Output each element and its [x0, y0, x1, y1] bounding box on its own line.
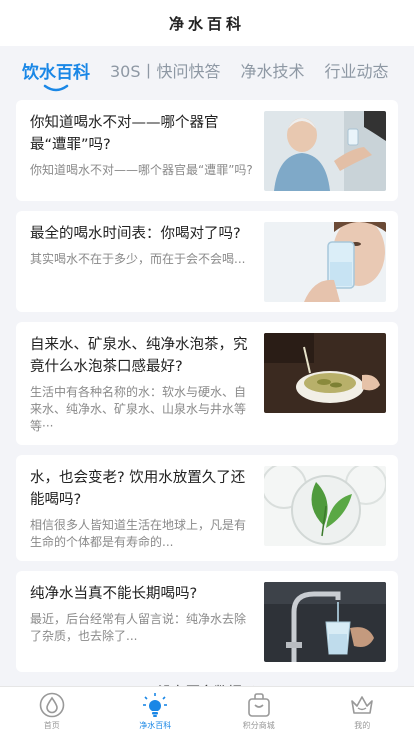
nav-label: 净水百科: [139, 721, 172, 730]
article-card[interactable]: 水，也会变老? 饮用水放置久了还能喝吗? 相信很多人皆知道生活在地球上，凡是有生…: [16, 455, 398, 561]
tab-label: 净水技术: [240, 62, 305, 81]
article-list: 你知道喝水不对——哪个器官最“遭罪”吗? 你知道喝水不对——哪个器官最“遭罪”吗…: [0, 94, 414, 672]
tab-drinking-encyclopedia[interactable]: 饮水百科: [22, 46, 90, 92]
tab-label: 行业动态: [324, 62, 389, 81]
article-card[interactable]: 最全的喝水时间表：你喝对了吗? 其实喝水不在于多少，而在于会不会喝...: [16, 211, 398, 312]
nav-label: 我的: [354, 721, 371, 730]
leaf-petri-dish-thumbnail: [264, 466, 386, 546]
article-summary: 其实喝水不在于多少，而在于会不会喝...: [30, 252, 246, 266]
tab-quick-qa[interactable]: 30S丨快问快答: [110, 46, 221, 82]
nav-points-mall[interactable]: 积分商城: [207, 687, 311, 736]
page-title: 净水百科: [168, 14, 245, 33]
article-title: 你知道喝水不对——哪个器官最“遭罪”吗?: [30, 115, 219, 153]
nav-encyclopedia[interactable]: 净水百科: [104, 687, 208, 736]
article-summary: 你知道喝水不对——哪个器官最“遭罪”吗?: [30, 163, 253, 177]
woman-drinking-glass-thumbnail: [264, 222, 386, 302]
nav-label: 首页: [43, 721, 60, 730]
article-summary: 相信很多人皆知道生活在地球上，凡是有生命的个体都是有寿命的...: [30, 518, 247, 549]
article-card[interactable]: 你知道喝水不对——哪个器官最“遭罪”吗? 你知道喝水不对——哪个器官最“遭罪”吗…: [16, 100, 398, 201]
article-card[interactable]: 自来水、矿泉水、纯净水泡茶，究竟什么水泡茶口感最好? 生活中有各种名称的水：软水…: [16, 322, 398, 445]
active-tab-indicator: [43, 84, 69, 92]
article-card[interactable]: 纯净水当真不能长期喝吗? 最近，后台经常有人留言说：纯净水去除了杂质，也去除了.…: [16, 571, 398, 672]
top-bar: 净水百科: [0, 0, 414, 46]
bottom-navigation: 首页 净水百科 积分商城 我的: [0, 686, 414, 736]
tab-label: 饮水百科: [22, 63, 90, 83]
lightbulb-icon: [143, 693, 168, 717]
category-tabs: 饮水百科 30S丨快问快答 净水技术 行业动态: [0, 46, 414, 94]
article-title: 最全的喝水时间表：你喝对了吗?: [30, 226, 241, 242]
nav-mine[interactable]: 我的: [311, 687, 414, 736]
article-title: 水，也会变老? 饮用水放置久了还能喝吗?: [30, 470, 246, 508]
tea-cup-thumbnail: [264, 333, 386, 413]
tab-industry-news[interactable]: 行业动态: [325, 46, 389, 82]
tab-purification-tech[interactable]: 净水技术: [241, 46, 305, 82]
nav-home[interactable]: 首页: [0, 687, 104, 736]
tab-label: 30S丨快问快答: [110, 62, 221, 81]
article-title: 纯净水当真不能长期喝吗?: [30, 586, 198, 602]
article-title: 自来水、矿泉水、纯净水泡茶，究竟什么水泡茶口感最好?: [30, 337, 248, 375]
article-summary: 最近，后台经常有人留言说：纯净水去除了杂质，也去除了...: [30, 612, 247, 643]
elderly-man-drinking-water-thumbnail: [264, 111, 386, 191]
shopping-bag-icon: [247, 693, 270, 717]
faucet-glass-thumbnail: [264, 582, 386, 662]
crown-icon: [351, 696, 374, 714]
water-drop-icon: [39, 692, 65, 718]
article-summary: 生活中有各种名称的水：软水与硬水、自来水、纯净水、矿泉水、山泉水与井水等等···: [30, 385, 247, 433]
nav-label: 积分商城: [242, 721, 275, 730]
